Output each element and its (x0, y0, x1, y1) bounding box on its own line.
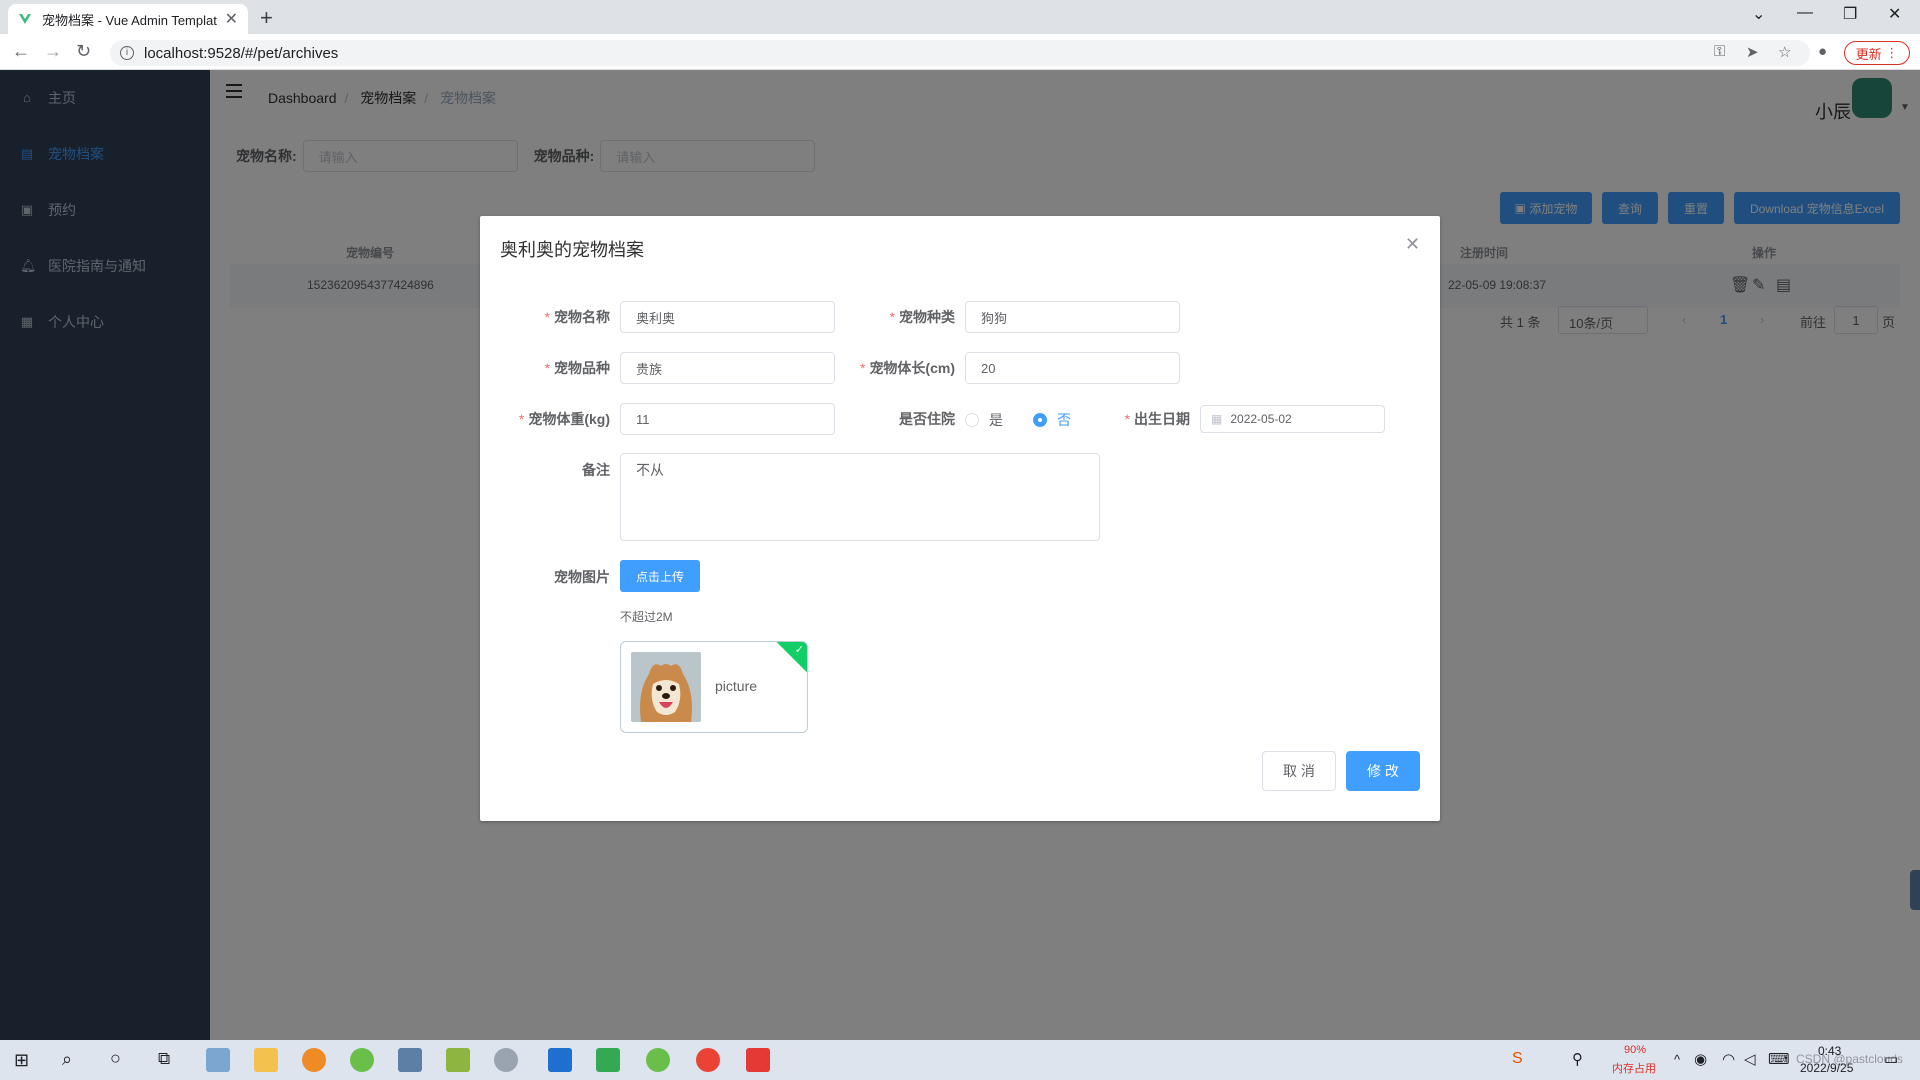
cortana-icon[interactable]: ○ (110, 1048, 121, 1069)
upload-tip: 不超过2M (620, 610, 673, 624)
url-field[interactable]: i localhost:9528/#/pet/archives (110, 40, 1810, 66)
dog-photo-thumbnail (631, 652, 701, 722)
profile-icon[interactable]: ● (1818, 43, 1827, 60)
restore-icon[interactable]: ❐ (1843, 4, 1857, 24)
birthday-label-text: 出生日期 (1134, 411, 1190, 427)
browser-tab-title: 宠物档案 - Vue Admin Templat (42, 12, 217, 28)
reload-icon[interactable]: ↻ (76, 41, 91, 62)
hbuilder-icon[interactable] (596, 1048, 620, 1072)
update-label: 更新 (1855, 46, 1882, 62)
settings-gear-icon[interactable] (494, 1048, 518, 1072)
url-text: localhost:9528/#/pet/archives (144, 44, 339, 62)
submit-button[interactable]: 修 改 (1346, 751, 1420, 791)
wifi-icon[interactable]: ◠ (1722, 1050, 1735, 1068)
pet-species-input[interactable]: 狗狗 (965, 301, 1180, 333)
picture-file-name: picture (715, 678, 758, 694)
hospitalized-no-radio[interactable]: 否 (1033, 410, 1071, 430)
file-explorer-icon[interactable] (254, 1048, 278, 1072)
address-bar-row: ← → ↻ i localhost:9528/#/pet/archives ⚿ … (0, 34, 1920, 70)
radio-yes-label: 是 (989, 412, 1003, 428)
pet-breed-label: * 宠物品种 (544, 360, 610, 376)
update-button[interactable]: 更新 ⋮ (1844, 41, 1910, 65)
notification-icon[interactable]: ▭ (1884, 1050, 1898, 1068)
task-view-icon[interactable]: ⧉ (158, 1049, 170, 1069)
birthday-value: 2022-05-02 (1230, 412, 1292, 426)
notepad-icon[interactable] (446, 1048, 470, 1072)
uploaded-picture-card[interactable]: picture ✓ (620, 641, 808, 733)
cancel-button[interactable]: 取 消 (1262, 751, 1336, 791)
site-info-icon[interactable]: i (120, 46, 134, 60)
tab-search-icon[interactable]: ⌄ (1752, 4, 1765, 24)
forward-icon[interactable]: → (44, 41, 62, 62)
pet-breed-label-text: 宠物品种 (554, 360, 610, 376)
hospitalized-yes-radio[interactable]: 是 (965, 410, 1003, 430)
remark-label: 备注 (582, 462, 610, 478)
birthday-date-picker[interactable]: ▦ 2022-05-02 (1200, 405, 1385, 433)
pet-species-label: * 宠物种类 (889, 309, 955, 325)
minimize-icon[interactable]: — (1797, 4, 1813, 22)
qq-icon[interactable]: ◉ (1694, 1050, 1707, 1068)
pet-name-label: * 宠物名称 (544, 309, 610, 325)
browser-tab[interactable]: 宠物档案 - Vue Admin Templat ✕ (8, 4, 248, 34)
editor-icon[interactable] (398, 1048, 422, 1072)
people-icon[interactable]: ⚲ (1572, 1050, 1583, 1068)
search-tool-icon[interactable] (302, 1048, 326, 1072)
meeting-icon[interactable] (548, 1048, 572, 1072)
memory-label: 内存占用 (1612, 1063, 1656, 1075)
memory-percent: 90% (1624, 1044, 1647, 1056)
pet-species-label-text: 宠物种类 (899, 309, 955, 325)
spring-tool-icon[interactable] (646, 1048, 670, 1072)
close-icon[interactable]: ✕ (1405, 234, 1420, 255)
radio-no-label: 否 (1057, 412, 1071, 428)
check-icon: ✓ (794, 644, 804, 656)
pet-name-input[interactable]: 奥利奥 (620, 301, 835, 333)
spring-icon[interactable] (350, 1048, 374, 1072)
dialog-title: 奥利奥的宠物档案 (500, 240, 644, 260)
search-icon[interactable]: ⌕ (62, 1049, 72, 1070)
wps-icon[interactable] (746, 1048, 770, 1072)
app-icon[interactable] (206, 1048, 230, 1072)
picture-label: 宠物图片 (554, 569, 610, 585)
hospitalized-label: 是否住院 (899, 411, 955, 427)
birthday-label: * 出生日期 (1124, 411, 1190, 427)
new-tab-icon[interactable]: + (260, 5, 273, 31)
key-icon[interactable]: ⚿ (1714, 43, 1725, 60)
windows-taskbar: ⊞ ⌕ ○ ⧉ S ⚲ 90% 内存占用 ^ ◉ ◠ ◁ ⌨ 0:43 2022… (0, 1040, 1920, 1080)
send-icon[interactable]: ➤ (1746, 43, 1759, 61)
browser-tab-bar: 宠物档案 - Vue Admin Templat ✕ + ⌄ — ❐ ✕ (0, 0, 1920, 34)
close-window-icon[interactable]: ✕ (1888, 4, 1901, 24)
bookmark-star-icon[interactable]: ☆ (1778, 43, 1791, 61)
upload-button[interactable]: 点击上传 (620, 560, 700, 592)
calendar-icon: ▦ (1211, 412, 1223, 426)
remark-textarea[interactable]: 不从 (620, 453, 1100, 541)
chrome-icon[interactable] (696, 1048, 720, 1072)
pet-name-label-text: 宠物名称 (554, 309, 610, 325)
keyboard-icon[interactable]: ⌨ (1768, 1050, 1790, 1068)
pet-breed-input[interactable]: 贵族 (620, 352, 835, 384)
pet-archive-dialog: 奥利奥的宠物档案 ✕ * 宠物名称 奥利奥 * 宠物种类 狗狗 * 宠物品种 贵族 *… (480, 216, 1440, 821)
side-drawer-handle[interactable] (1910, 870, 1920, 910)
pet-length-label-text: 宠物体长(cm) (869, 360, 955, 376)
close-tab-icon[interactable]: ✕ (225, 9, 238, 29)
tray-expand-icon[interactable]: ^ (1674, 1052, 1680, 1067)
volume-icon[interactable]: ◁ (1744, 1050, 1756, 1068)
input-method-icon[interactable]: S (1512, 1050, 1523, 1068)
pet-length-label: * 宠物体长(cm) (859, 360, 955, 376)
pet-length-input[interactable]: 20 (965, 352, 1180, 384)
pet-weight-label-text: 宠物体重(kg) (528, 411, 610, 427)
pet-weight-label: * 宠物体重(kg) (518, 411, 610, 427)
vue-favicon-icon (19, 14, 31, 24)
back-icon[interactable]: ← (12, 41, 30, 62)
pet-weight-input[interactable]: 11 (620, 403, 835, 435)
windows-start-icon[interactable]: ⊞ (14, 1050, 29, 1071)
